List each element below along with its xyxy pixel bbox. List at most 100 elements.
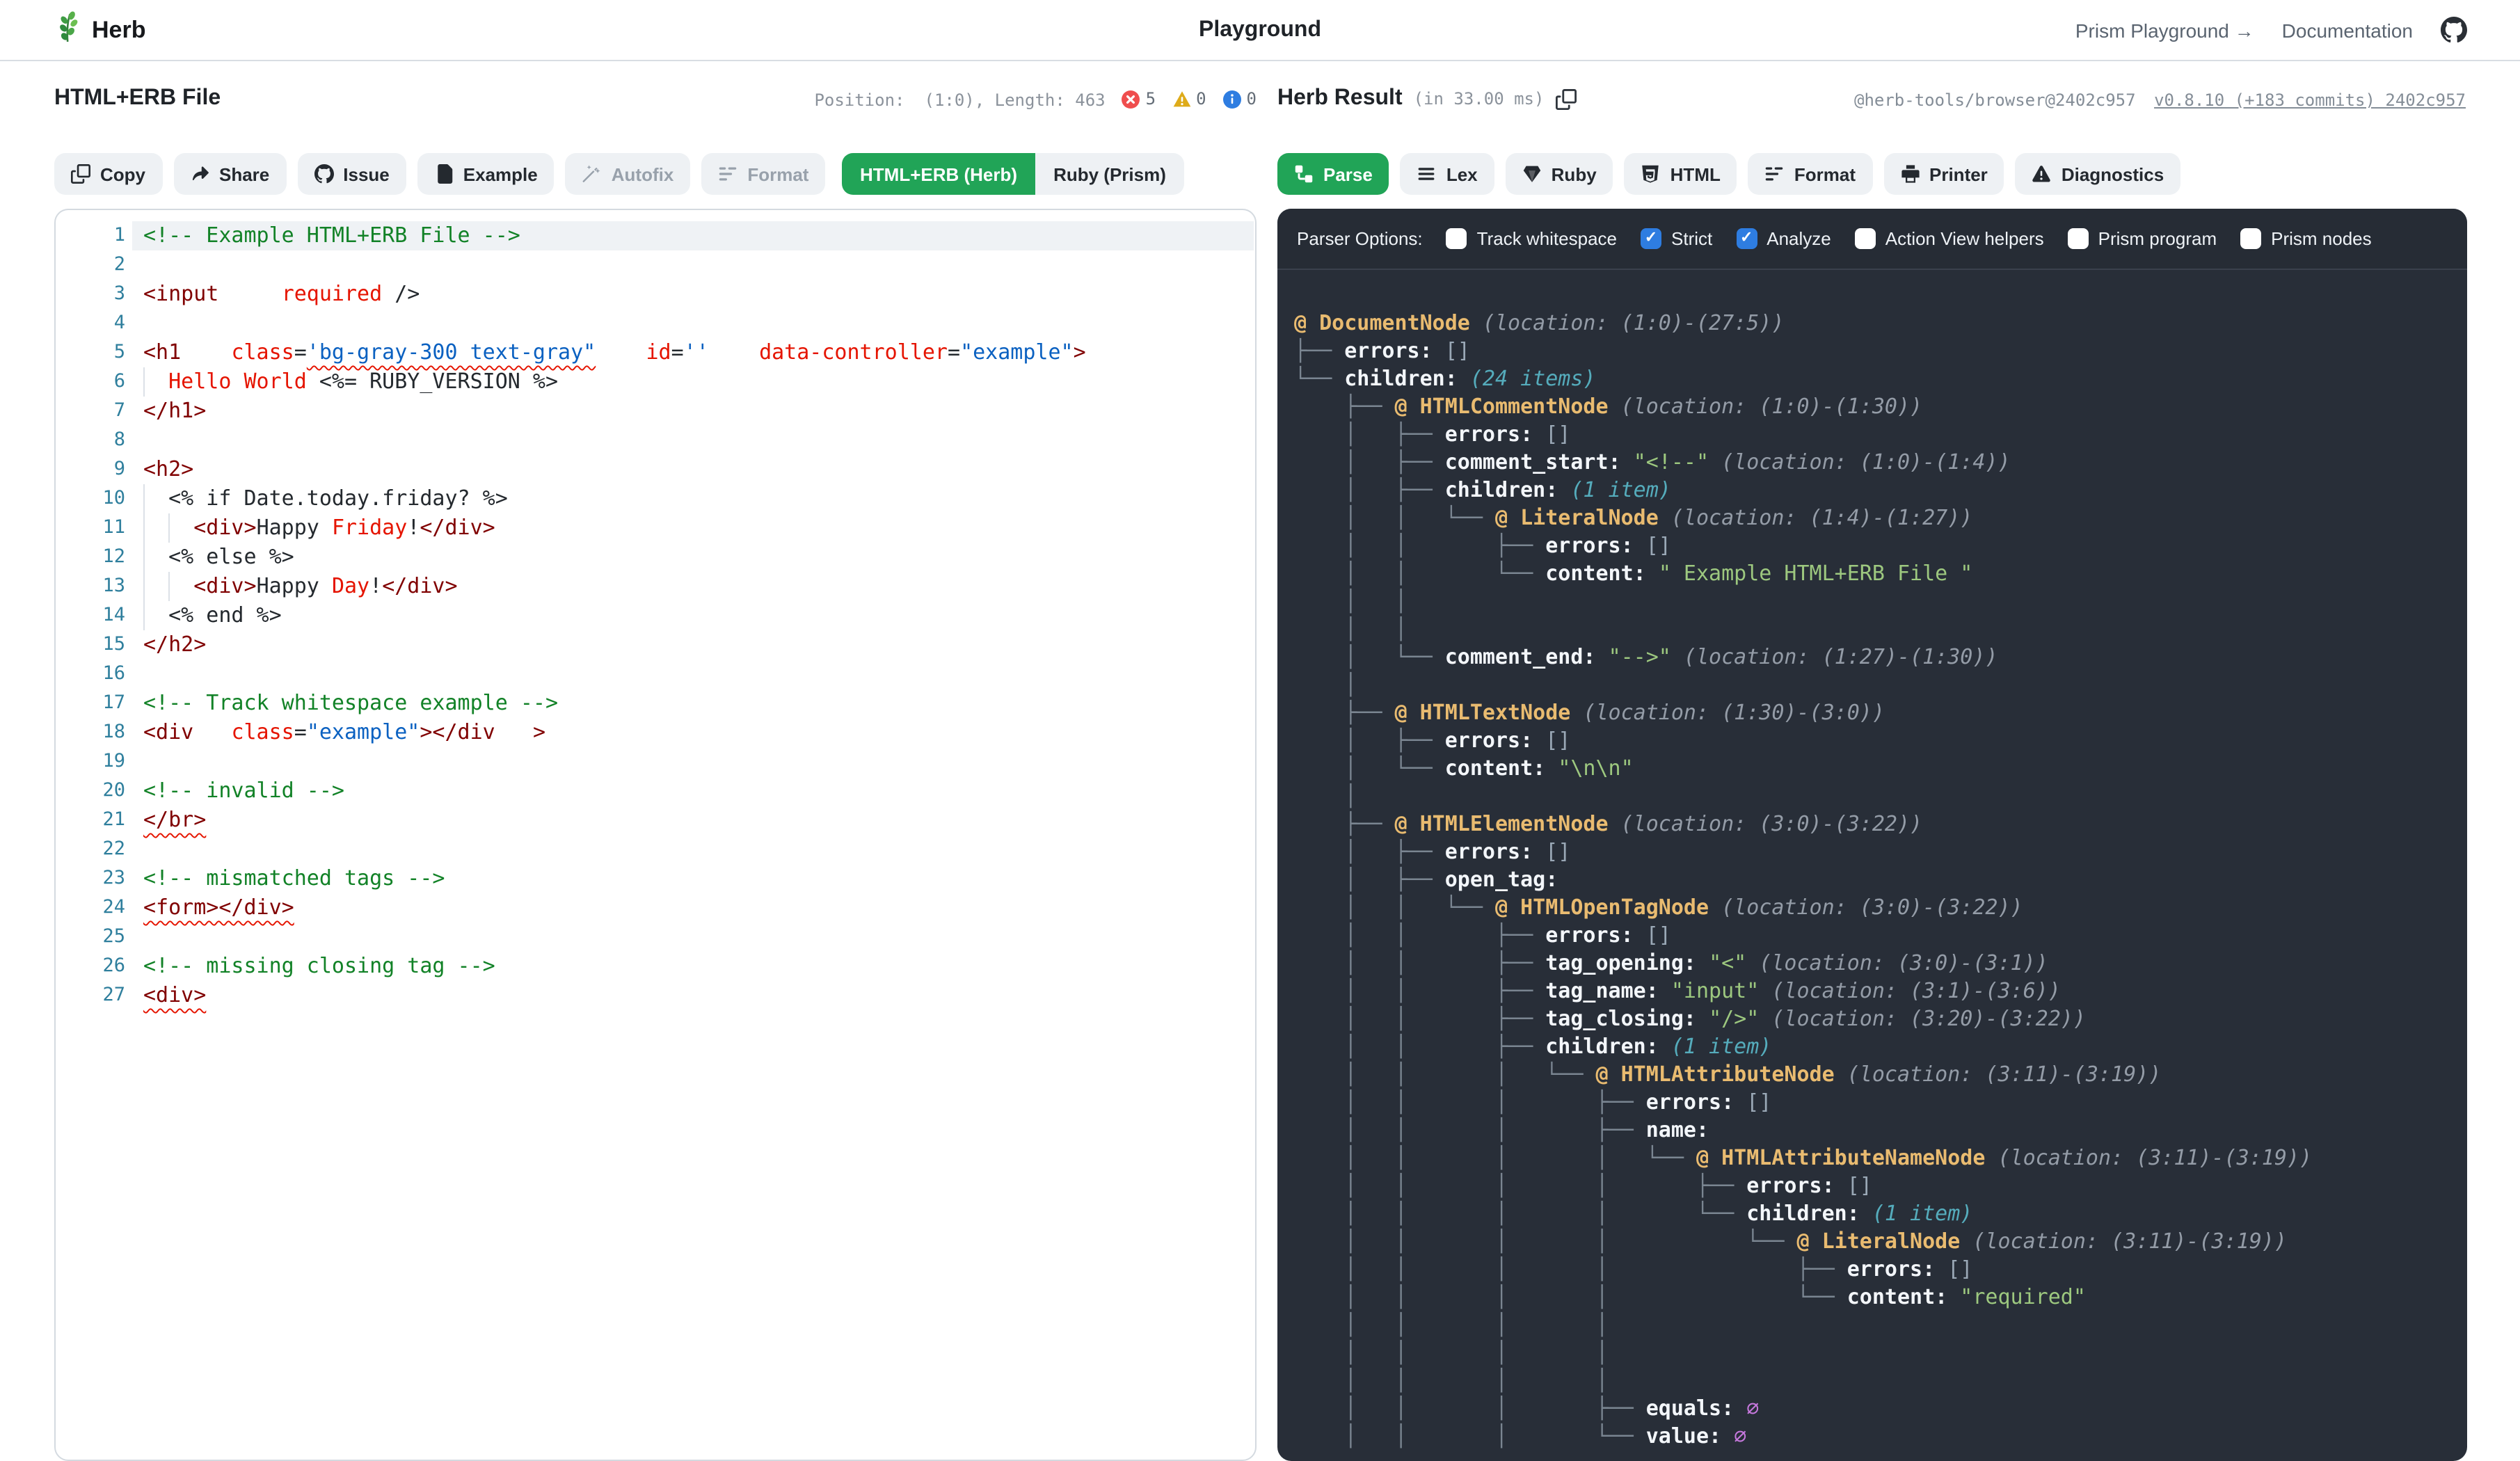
checked-checkbox[interactable] [1641,228,1661,249]
issue-button[interactable]: Issue [297,153,406,195]
share-icon [190,164,209,184]
example-button[interactable]: Example [417,153,555,195]
brand[interactable]: Herb [53,10,145,49]
editor-line[interactable]: <!-- Track whitespace example --> [143,689,1254,718]
unchecked-checkbox[interactable] [1446,228,1467,249]
github-icon [314,164,333,184]
editor-line[interactable]: <% if Date.today.friday? %> [143,484,1254,513]
ast-tree-view[interactable]: @ DocumentNode (location: (1:0)-(27:5))├… [1277,270,2467,1450]
ast-line: │ │ └── content: " Example HTML+ERB File… [1294,559,2467,587]
editor-line[interactable]: </h1> [143,397,1254,426]
editor-line[interactable] [143,747,1254,776]
editor-line[interactable]: <h2> [143,455,1254,484]
code-editor[interactable]: 1234567891011121314151617181920212223242… [54,209,1257,1461]
ast-line: │ │ ├── tag_opening: "<" (location: (3:0… [1294,949,2467,977]
copy-result-icon[interactable] [1555,88,1576,109]
editor-line[interactable]: <div>Happy Day!</div> [143,572,1254,601]
warn-icon [2032,164,2052,184]
nav-link-documentation[interactable]: Documentation [2282,19,2413,41]
github-icon[interactable] [2441,17,2467,43]
editor-line[interactable]: <!-- mismatched tags --> [143,864,1254,893]
copy-button[interactable]: Copy [54,153,162,195]
unchecked-checkbox[interactable] [2240,228,2261,249]
editor-line[interactable]: Hello World <%= RUBY_VERSION %> [143,367,1254,397]
ast-line: │ │ │ └── value: ∅ [1294,1422,2467,1450]
format-icon [718,164,737,184]
tab-html-erb-herb[interactable]: HTML+ERB (Herb) [842,153,1035,195]
editor-line[interactable]: <div> [143,981,1254,1010]
editor-line[interactable]: <% end %> [143,601,1254,630]
editor-line[interactable]: <input required /> [143,280,1254,309]
editor-line[interactable]: <!-- Example HTML+ERB File --> [143,221,1254,250]
option-track-whitespace[interactable]: Track whitespace [1446,228,1617,249]
unchecked-checkbox[interactable] [2068,228,2089,249]
editor-line[interactable] [143,660,1254,689]
editor-line[interactable]: </br> [143,806,1254,835]
ast-line: │ │ │ │ [1294,1311,2467,1339]
info-icon [1223,90,1241,108]
ast-line: │ │ [1294,587,2467,615]
line-number: 15 [56,630,125,660]
line-number: 7 [56,397,125,426]
ast-line: │ │ │ │ └── children: (1 item) [1294,1199,2467,1227]
format-button-label: Format [1794,163,1856,184]
diagnostics-button-label: Diagnostics [2062,163,2164,184]
app-header: Herb Playground Prism Playground → Docum… [0,0,2520,61]
option-prism-program[interactable]: Prism program [2068,228,2217,249]
editor-line[interactable] [143,309,1254,338]
version-info: @herb-tools/browser@2402c957 v0.8.10 (+1… [1854,90,2466,110]
html-button-label: HTML [1670,163,1721,184]
line-number: 11 [56,513,125,543]
option-action-view-helpers[interactable]: Action View helpers [1855,228,2044,249]
editor-line[interactable]: <form></div> [143,893,1254,923]
printer-button[interactable]: Printer [1883,153,2004,195]
playground-app: Herb Playground Prism Playground → Docum… [0,0,2520,1446]
option-prism-nodes[interactable]: Prism nodes [2240,228,2372,249]
editor-line[interactable] [143,835,1254,864]
ast-line: │ │ │ ├── errors: [] [1294,1088,2467,1116]
version-link[interactable]: v0.8.10 (+183 commits) 2402c957 [2154,90,2466,110]
parse-button[interactable]: Parse [1277,153,1389,195]
line-number: 19 [56,747,125,776]
diagnostics-button[interactable]: Diagnostics [2016,153,2180,195]
language-tabs: HTML+ERB (Herb)Ruby (Prism) [842,153,1184,195]
format-button[interactable]: Format [1748,153,1872,195]
brand-name: Herb [92,16,145,44]
tab-ruby-prism[interactable]: Ruby (Prism) [1035,153,1184,195]
lex-button[interactable]: Lex [1401,153,1494,195]
result-panel: Parser Options: Track whitespace Strict An… [1277,209,2467,1461]
line-number: 10 [56,484,125,513]
line-number: 14 [56,601,125,630]
editor-line[interactable]: <% else %> [143,543,1254,572]
ast-line: │ │ │ │ ├── errors: [] [1294,1255,2467,1283]
editor-line[interactable]: <!-- invalid --> [143,776,1254,806]
line-number: 23 [56,864,125,893]
option-analyze[interactable]: Analyze [1736,228,1831,249]
editor-line[interactable] [143,923,1254,952]
ast-line: ├── @ HTMLTextNode (location: (1:30)-(3:… [1294,698,2467,726]
parser-options-label: Parser Options: [1297,228,1423,249]
editor-line[interactable]: <div>Happy Friday!</div> [143,513,1254,543]
ast-line: │ │ │ └── @ HTMLAttributeNode (location:… [1294,1060,2467,1088]
html-button[interactable]: HTML [1625,153,1737,195]
unchecked-checkbox[interactable] [1855,228,1876,249]
editor-line[interactable] [143,250,1254,280]
editor-line[interactable] [143,426,1254,455]
ast-line: │ │ └── @ HTMLOpenTagNode (location: (3:… [1294,893,2467,921]
nav-link-prism-playground[interactable]: Prism Playground → [2075,19,2254,41]
editor-line[interactable]: <h1 class='bg-gray-300 text-gray" id='' … [143,338,1254,367]
option-strict[interactable]: Strict [1641,228,1712,249]
ast-line: │ │ │ ├── name: [1294,1116,2467,1144]
ruby-button[interactable]: Ruby [1506,153,1613,195]
option-label: Action View helpers [1885,228,2044,249]
editor-line[interactable]: <!-- missing closing tag --> [143,952,1254,981]
ast-line: │ ├── errors: [] [1294,420,2467,448]
share-button[interactable]: Share [173,153,286,195]
checked-checkbox[interactable] [1736,228,1757,249]
editor-line[interactable]: </h2> [143,630,1254,660]
editor-code-area[interactable]: <!-- Example HTML+ERB File --> <input req… [143,221,1254,1010]
editor-line[interactable]: <div class="example"></div > [143,718,1254,747]
error-count-badge: 5 [1122,89,1156,109]
ast-line: │ ├── comment_start: "<!--" (location: (… [1294,448,2467,476]
ast-line: │ │ │ │ ├── errors: [] [1294,1172,2467,1199]
